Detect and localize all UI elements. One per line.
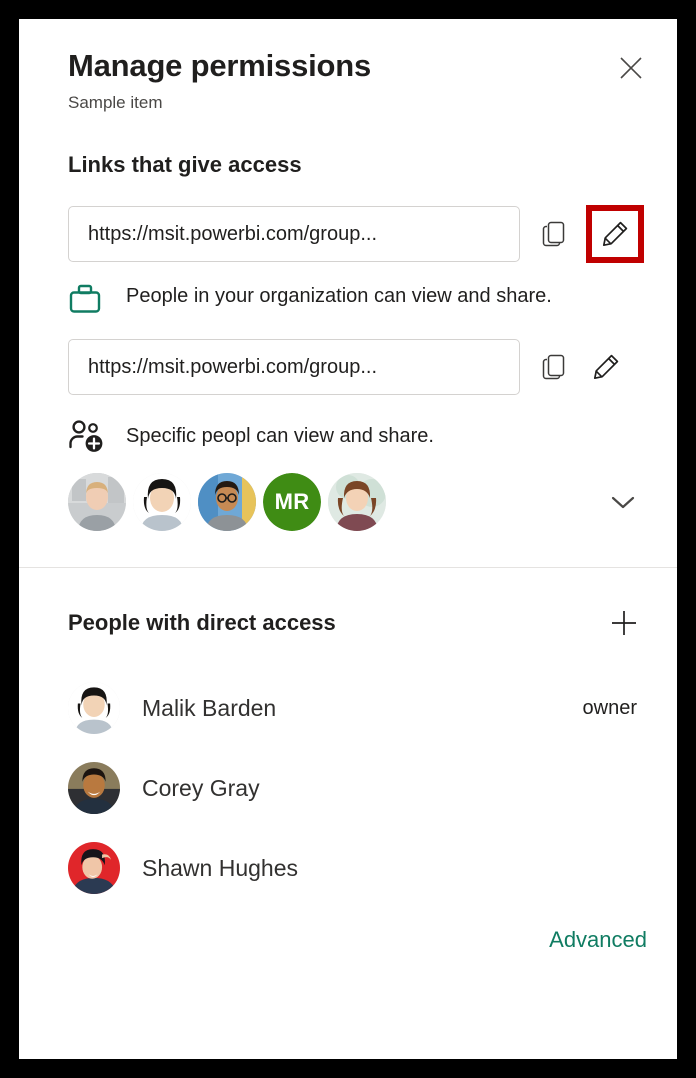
avatar <box>68 842 120 894</box>
shared-with-avatars-row: MR <box>68 473 647 531</box>
avatar[interactable] <box>198 473 256 531</box>
avatar-group: MR <box>68 473 599 531</box>
person-row[interactable]: Corey Gray <box>68 748 647 828</box>
pencil-icon <box>602 221 628 247</box>
avatar-initials-text: MR <box>263 473 321 531</box>
pencil-icon <box>593 354 619 380</box>
links-section-heading: Links that give access <box>68 152 302 177</box>
avatar[interactable] <box>133 473 191 531</box>
person-row[interactable]: Shawn Hughes <box>68 828 647 908</box>
manage-permissions-panel: Manage permissions Sample item Links tha… <box>19 19 677 1059</box>
item-subtitle: Sample item <box>68 93 163 112</box>
person-photo-icon <box>68 762 120 814</box>
footer-actions: Advanced <box>19 926 647 954</box>
edit-link-button-2[interactable] <box>584 345 628 389</box>
plus-icon <box>612 611 636 635</box>
person-name: Corey Gray <box>142 775 260 801</box>
avatar-initials[interactable]: MR <box>263 473 321 531</box>
expand-avatars-button[interactable] <box>599 478 647 526</box>
direct-access-header: People with direct access <box>68 600 647 646</box>
direct-access-heading: People with direct access <box>68 610 336 635</box>
link-row-1: https://msit.powerbi.com/group... <box>68 205 647 263</box>
link-row-2: https://msit.powerbi.com/group... <box>68 339 647 395</box>
person-photo-icon <box>68 842 120 894</box>
link-access-text-2: Specific peopl can view and share. <box>126 425 434 447</box>
avatar <box>68 762 120 814</box>
link-url-field-2[interactable]: https://msit.powerbi.com/group... <box>68 339 520 395</box>
people-add-icon <box>69 420 103 452</box>
link-access-icon-2 <box>68 417 112 455</box>
add-people-button[interactable] <box>601 600 647 646</box>
link-access-icon-1 <box>68 281 112 315</box>
copy-link-button-2[interactable] <box>532 345 576 389</box>
person-photo-icon <box>68 473 126 531</box>
person-role: owner <box>582 696 637 719</box>
copy-icon <box>542 354 565 380</box>
person-photo-icon <box>328 473 386 531</box>
link-url-field-1[interactable]: https://msit.powerbi.com/group... <box>68 206 520 262</box>
avatar[interactable] <box>328 473 386 531</box>
copy-link-button-1[interactable] <box>532 212 576 256</box>
chevron-down-icon <box>611 496 635 509</box>
link-access-text-1: People in your organization can view and… <box>126 285 552 307</box>
link-access-description-2: Specific peopl can view and share. <box>68 417 637 455</box>
close-icon <box>620 57 642 79</box>
person-photo-icon <box>133 473 191 531</box>
person-name: Malik Barden <box>142 695 277 721</box>
screenshot-frame: Manage permissions Sample item Links tha… <box>0 0 696 1078</box>
panel-header: Manage permissions Sample item <box>19 19 677 113</box>
person-row[interactable]: Malik Barden owner <box>68 668 647 748</box>
page-title: Manage permissions <box>68 48 372 83</box>
person-photo-icon <box>198 473 256 531</box>
edit-link-button-1[interactable] <box>586 205 644 263</box>
link-access-description-1: People in your organization can view and… <box>68 281 637 315</box>
avatar <box>68 682 120 734</box>
close-button[interactable] <box>613 50 649 86</box>
person-photo-icon <box>68 682 120 734</box>
avatar[interactable] <box>68 473 126 531</box>
advanced-link[interactable]: Advanced <box>549 926 647 954</box>
briefcase-icon <box>69 284 101 313</box>
person-name: Shawn Hughes <box>142 855 298 881</box>
section-divider <box>19 567 677 568</box>
copy-icon <box>542 221 565 247</box>
